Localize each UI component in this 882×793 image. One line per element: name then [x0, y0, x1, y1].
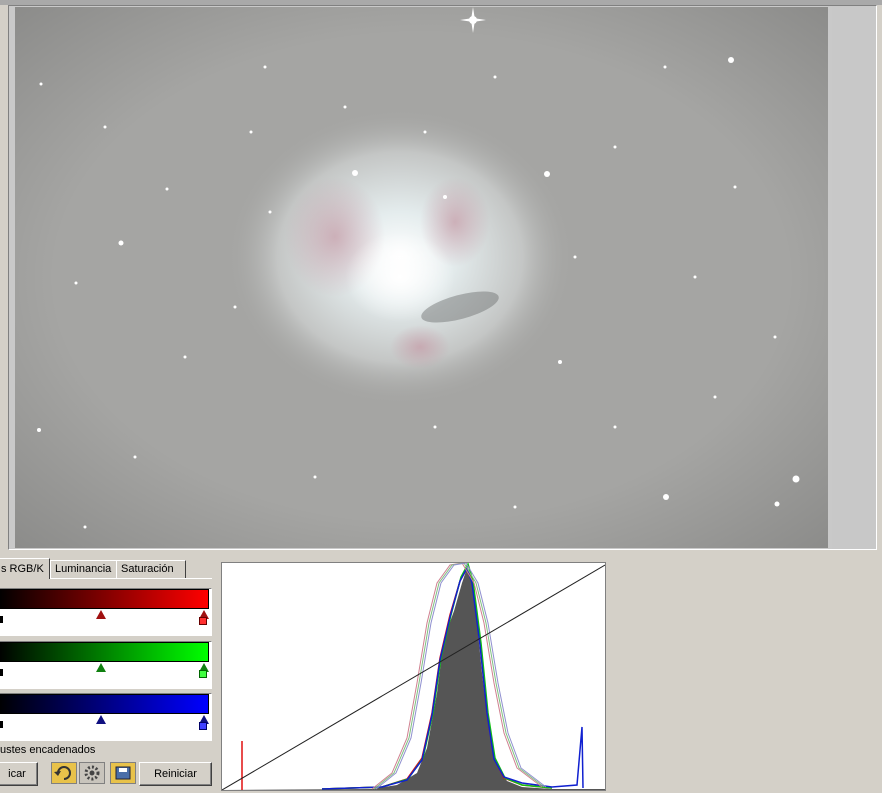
save-icon[interactable] — [110, 762, 136, 784]
red-midtone-marker[interactable] — [96, 610, 106, 619]
histogram-plot — [221, 562, 606, 791]
blue-channel-slider[interactable] — [0, 693, 212, 741]
blue-white-foot — [199, 722, 207, 730]
astro-image[interactable] — [15, 7, 828, 548]
red-black-point-marker[interactable] — [0, 616, 3, 623]
viewer-gutter — [832, 6, 876, 549]
red-white-foot — [199, 617, 207, 625]
blue-black-point-marker[interactable] — [0, 721, 3, 728]
green-channel-slider[interactable] — [0, 641, 212, 689]
green-white-foot — [199, 670, 207, 678]
green-black-point-marker[interactable] — [0, 669, 3, 676]
blue-gradient-bar — [0, 694, 209, 714]
green-slider-track[interactable] — [0, 662, 209, 688]
settings-icon[interactable] — [79, 762, 105, 784]
red-gradient-bar — [0, 589, 209, 609]
image-viewer[interactable] — [8, 5, 877, 550]
chained-adjustments-label[interactable]: ustes encadenados — [0, 744, 95, 756]
histogram-panel — [221, 562, 606, 791]
tab-saturacion[interactable]: Saturación — [116, 560, 186, 578]
green-gradient-bar — [0, 642, 209, 662]
tab-luminancia[interactable]: Luminancia — [50, 560, 122, 578]
blue-midtone-marker[interactable] — [96, 715, 106, 724]
red-slider-track[interactable] — [0, 609, 209, 635]
apply-button[interactable]: icar — [0, 762, 38, 786]
red-channel-slider[interactable] — [0, 588, 212, 636]
blue-slider-track[interactable] — [0, 714, 209, 740]
undo-icon[interactable] — [51, 762, 77, 784]
curve-line — [221, 564, 606, 791]
green-midtone-marker[interactable] — [96, 663, 106, 672]
tab-rgbk[interactable]: s RGB/K — [0, 558, 50, 579]
reset-button[interactable]: Reiniciar — [139, 762, 212, 786]
